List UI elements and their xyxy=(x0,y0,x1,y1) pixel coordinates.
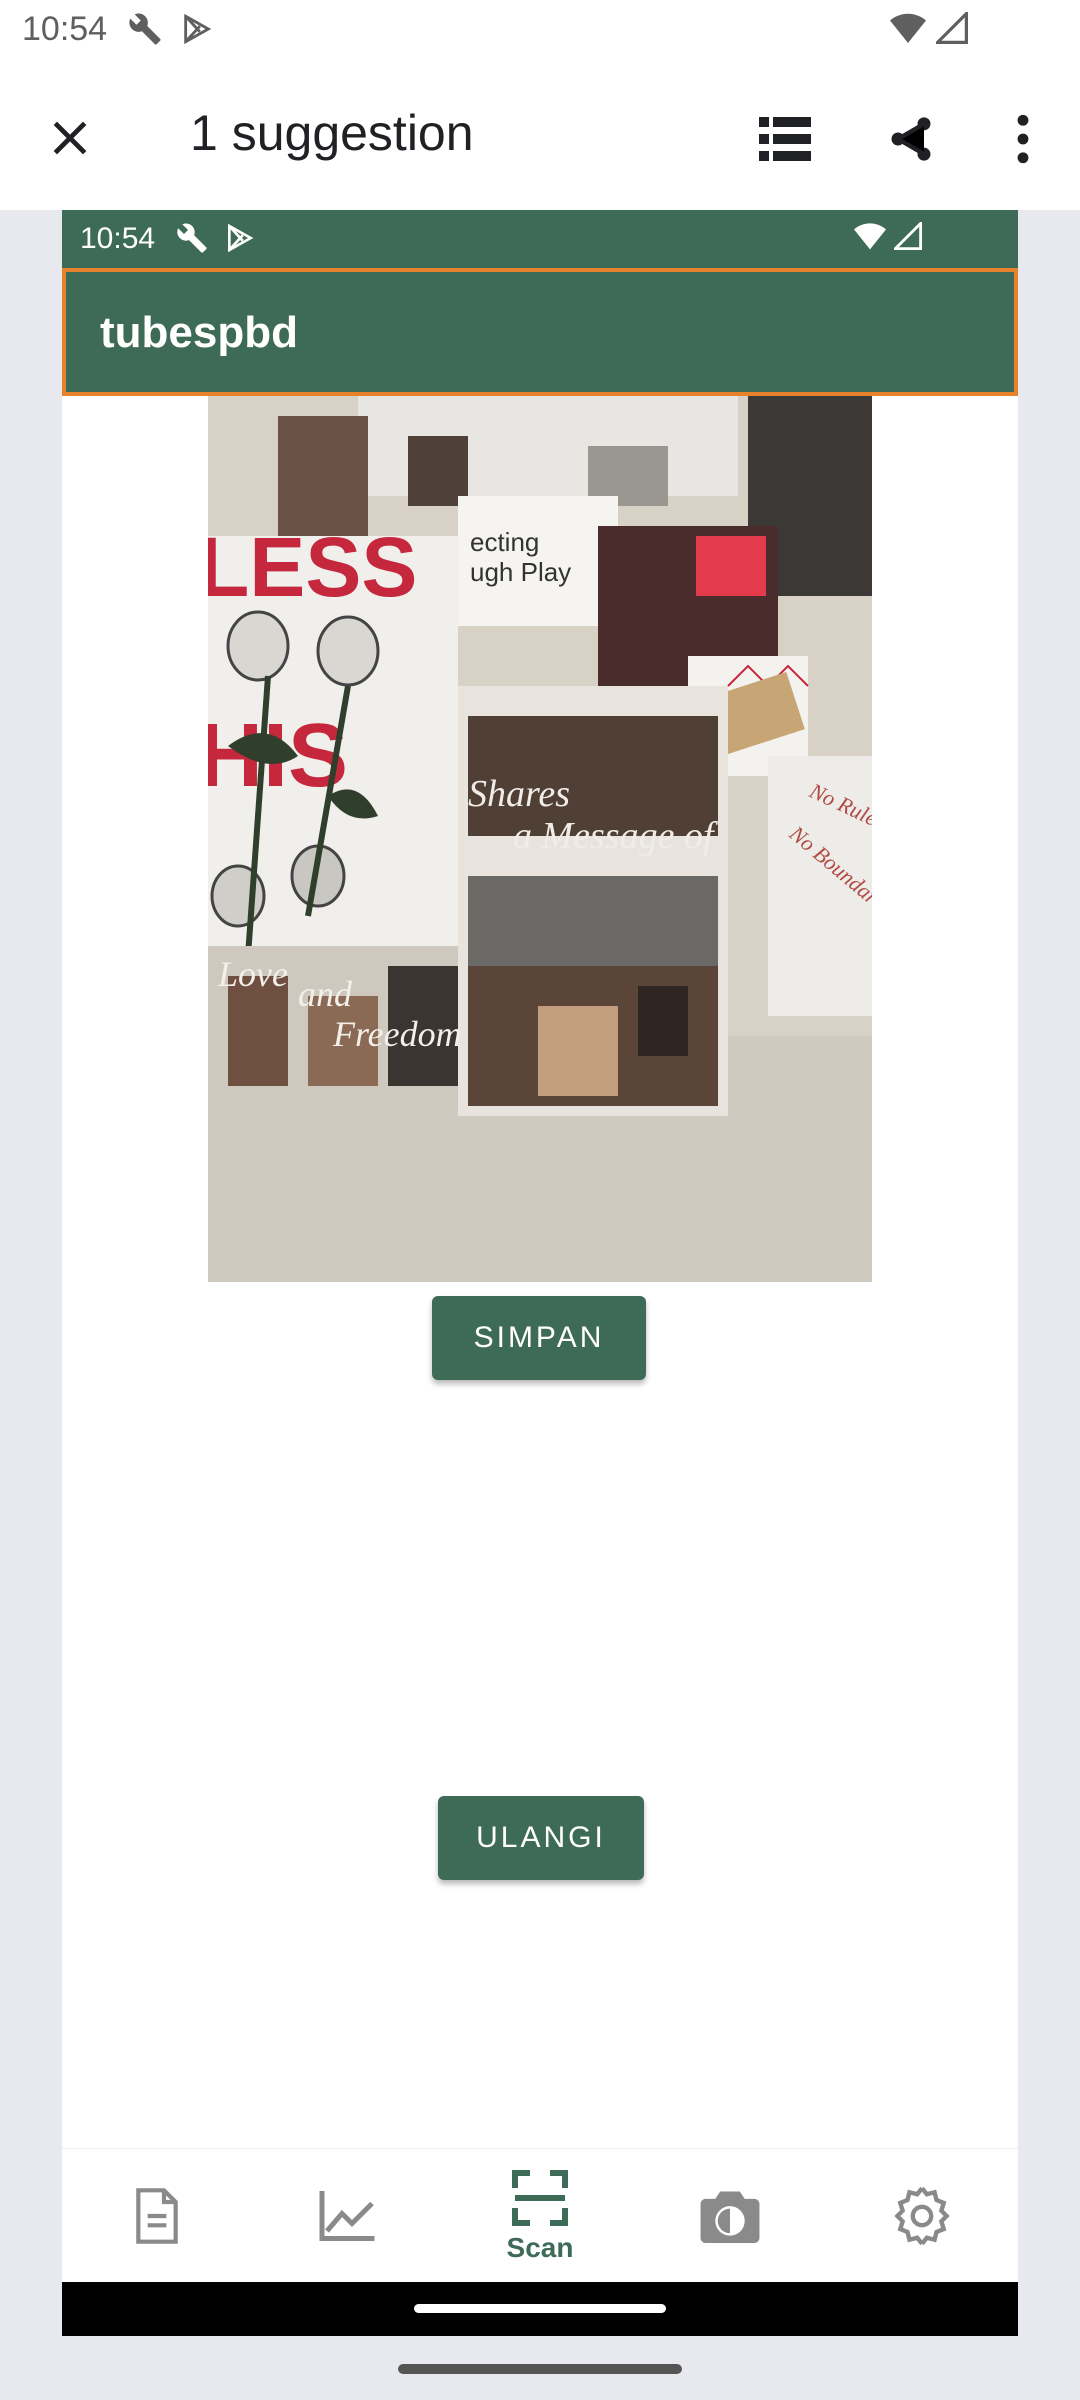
more-vert-icon xyxy=(1017,114,1029,164)
share-icon xyxy=(891,117,931,161)
close-icon xyxy=(53,121,87,155)
wrench-icon xyxy=(177,223,207,253)
status-time: 10:54 xyxy=(22,10,108,48)
signal-icon xyxy=(936,12,968,44)
signal-icon xyxy=(894,222,922,250)
nav-item-camera[interactable] xyxy=(655,2149,805,2283)
captured-photo: LESS HIS ecting ugh Play No Rule No Boun… xyxy=(208,396,872,1282)
collage-text-love: Love xyxy=(217,954,288,994)
save-button[interactable]: SIMPAN xyxy=(432,1296,646,1380)
nav-item-settings[interactable] xyxy=(847,2149,997,2283)
retry-button[interactable]: ULANGI xyxy=(438,1796,644,1880)
collage-text-message: a Message of xyxy=(513,815,718,857)
nav-item-chart[interactable] xyxy=(272,2149,422,2283)
bottom-navigation: Scan xyxy=(62,2148,1018,2282)
share-button[interactable] xyxy=(876,104,946,174)
inner-gesture-bar xyxy=(62,2282,1018,2336)
wrench-icon xyxy=(129,13,161,45)
nav-label-scan: Scan xyxy=(506,2232,574,2263)
collage-text-and: and xyxy=(298,974,353,1014)
document-icon xyxy=(136,2188,178,2244)
collage-text-freedom: Freedom xyxy=(332,1014,462,1054)
more-options-button[interactable] xyxy=(988,104,1058,174)
collage-text-less: LESS xyxy=(208,520,417,614)
collage-text-play: ugh Play xyxy=(470,557,571,587)
home-indicator[interactable] xyxy=(398,2364,682,2374)
app-bar[interactable]: tubespbd xyxy=(62,268,1018,396)
camera-switch-icon xyxy=(700,2191,760,2243)
collage-text-shares: Shares xyxy=(468,773,570,815)
nav-item-scan[interactable]: Scan xyxy=(465,2149,615,2283)
inner-status-time: 10:54 xyxy=(80,222,156,255)
outer-status-bar: 10:54 xyxy=(0,0,1080,64)
chart-icon xyxy=(319,2191,375,2241)
list-view-button[interactable] xyxy=(750,104,820,174)
play-store-icon xyxy=(228,223,254,253)
close-button[interactable] xyxy=(40,108,100,168)
inner-home-indicator xyxy=(414,2304,666,2313)
wifi-icon xyxy=(854,223,886,250)
screenshot-preview: 10:54 tubespbd LESS HIS xyxy=(62,210,1018,2336)
nav-item-document[interactable] xyxy=(82,2149,232,2283)
suggestion-toolbar: 1 suggestion xyxy=(0,64,1080,210)
settings-icon xyxy=(894,2187,950,2245)
scan-icon xyxy=(512,2170,568,2226)
wifi-icon xyxy=(890,13,926,43)
page-title: 1 suggestion xyxy=(190,105,474,161)
collage-text-ecting: ecting xyxy=(470,527,539,557)
inner-status-bar: 10:54 xyxy=(62,210,1018,268)
app-title: tubespbd xyxy=(100,308,298,357)
play-store-icon xyxy=(184,13,212,45)
collage-image: LESS HIS ecting ugh Play No Rule No Boun… xyxy=(208,396,872,1282)
list-icon xyxy=(759,117,811,161)
